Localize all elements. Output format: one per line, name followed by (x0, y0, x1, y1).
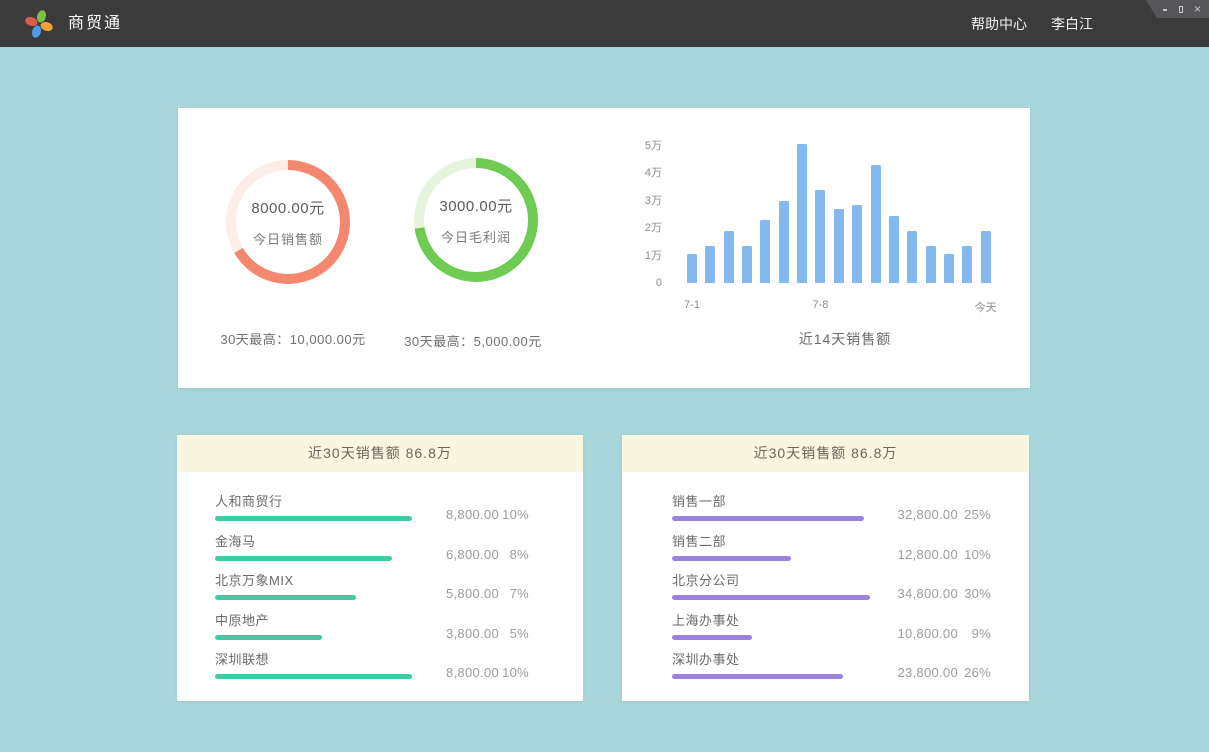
bar-chart-plot-area (687, 141, 993, 283)
row-amount: 23,800.00 (864, 665, 958, 680)
topbar-links: 帮助中心 李白江 (971, 0, 1093, 47)
row-percent: 30% (958, 586, 991, 601)
row-bar (672, 595, 870, 600)
row-bar (672, 674, 843, 679)
ranking-row: 金海马6,800.008% (215, 533, 529, 562)
customer-ranking-panel: 近30天销售额 86.8万 人和商贸行8,800.0010% 金海马6,800.0… (177, 435, 583, 701)
row-percent: 10% (499, 507, 529, 522)
row-amount: 10,800.00 (864, 626, 958, 641)
bar (926, 246, 936, 283)
row-amount: 12,800.00 (864, 547, 958, 562)
bar (962, 246, 972, 283)
ranking-row: 深圳办事处23,800.0026% (672, 651, 991, 680)
bar (779, 201, 789, 284)
bar (724, 231, 734, 283)
window-controls: × (1146, 0, 1209, 18)
row-bar (215, 556, 392, 561)
row-amount: 8,800.00 (415, 665, 499, 680)
bar (852, 205, 862, 283)
row-bar (215, 635, 322, 640)
maximize-button[interactable] (1178, 4, 1184, 15)
x-axis-tick: 今天 (946, 299, 1026, 315)
help-center-link[interactable]: 帮助中心 (971, 14, 1027, 34)
bar (760, 220, 770, 283)
ranking-row: 中原地产3,800.005% (215, 612, 529, 641)
customer-ranking-list: 人和商贸行8,800.0010% 金海马6,800.008% 北京万象MIX5,80… (177, 472, 583, 680)
ranking-row: 人和商贸行8,800.0010% (215, 493, 529, 522)
recent-14d-bar-chart: 近14天销售额 0 1万 2万 3万 4万 5万 7-1 7-8 今天 (178, 108, 1030, 388)
bar (705, 246, 715, 283)
row-bar (672, 635, 752, 640)
pinwheel-logo-icon (22, 7, 56, 41)
x-axis-tick: 7-8 (780, 299, 860, 311)
row-values: 8,800.0010% (415, 507, 529, 522)
ranking-row: 北京万象MIX5,800.007% (215, 572, 529, 601)
row-values: 10,800.009% (864, 626, 991, 641)
row-percent: 25% (958, 507, 991, 522)
y-axis-tick: 0 (598, 275, 662, 291)
row-bar (215, 595, 356, 600)
row-amount: 5,800.00 (415, 586, 499, 601)
row-values: 12,800.0010% (864, 547, 991, 562)
row-amount: 32,800.00 (864, 507, 958, 522)
row-percent: 9% (958, 626, 991, 641)
close-button[interactable]: × (1194, 4, 1201, 15)
bar-chart-title: 近14天销售额 (695, 329, 995, 349)
ranking-row: 上海办事处10,800.009% (672, 612, 991, 641)
row-amount: 34,800.00 (864, 586, 958, 601)
row-values: 34,800.0030% (864, 586, 991, 601)
department-ranking-title: 近30天销售额 86.8万 (622, 435, 1029, 472)
ranking-row: 销售二部12,800.0010% (672, 533, 991, 562)
ranking-row: 深圳联想8,800.0010% (215, 651, 529, 680)
bar (797, 144, 807, 283)
y-axis-tick: 1万 (598, 248, 662, 264)
bar (889, 216, 899, 283)
row-percent: 7% (499, 586, 529, 601)
y-axis-tick: 3万 (598, 193, 662, 209)
row-values: 6,800.008% (415, 547, 529, 562)
row-bar (672, 556, 791, 561)
bar (907, 231, 917, 283)
overview-panel: 8000.00元 今日销售额 30天最高：10,000.00元 3000.00元… (178, 108, 1030, 388)
y-axis-tick: 2万 (598, 220, 662, 236)
user-name-menu[interactable]: 李白江 (1051, 14, 1093, 34)
minimize-button[interactable] (1162, 4, 1168, 15)
bar (981, 231, 991, 283)
row-percent: 5% (499, 626, 529, 641)
y-axis-tick: 4万 (598, 165, 662, 181)
ranking-row: 北京分公司34,800.0030% (672, 572, 991, 601)
department-ranking-list: 销售一部32,800.0025% 销售二部12,800.0010% 北京分公司34,… (622, 472, 1029, 680)
department-ranking-panel: 近30天销售额 86.8万 销售一部32,800.0025% 销售二部12,800… (622, 435, 1029, 701)
row-bar (215, 674, 412, 679)
row-bar (672, 516, 864, 521)
bar (687, 254, 697, 283)
row-percent: 8% (499, 547, 529, 562)
row-values: 23,800.0026% (864, 665, 991, 680)
row-amount: 8,800.00 (415, 507, 499, 522)
bar (944, 254, 954, 283)
customer-ranking-title: 近30天销售额 86.8万 (177, 435, 583, 472)
row-percent: 26% (958, 665, 991, 680)
brand-title: 商贸通 (68, 0, 122, 47)
row-values: 5,800.007% (415, 586, 529, 601)
bar (815, 190, 825, 284)
row-percent: 10% (499, 665, 529, 680)
row-percent: 10% (958, 547, 991, 562)
row-bar (215, 516, 412, 521)
row-amount: 6,800.00 (415, 547, 499, 562)
x-axis-tick: 7-1 (652, 299, 732, 311)
row-values: 3,800.005% (415, 626, 529, 641)
row-values: 32,800.0025% (864, 507, 991, 522)
bar (834, 209, 844, 283)
bar (742, 246, 752, 283)
ranking-row: 销售一部32,800.0025% (672, 493, 991, 522)
row-values: 8,800.0010% (415, 665, 529, 680)
row-amount: 3,800.00 (415, 626, 499, 641)
y-axis-tick: 5万 (598, 138, 662, 154)
app-window: 商贸通 帮助中心 李白江 × 8000.00元 今日销售额 30天最高：10,0… (0, 0, 1209, 752)
topbar: 商贸通 帮助中心 李白江 × (0, 0, 1209, 47)
bar (871, 165, 881, 283)
